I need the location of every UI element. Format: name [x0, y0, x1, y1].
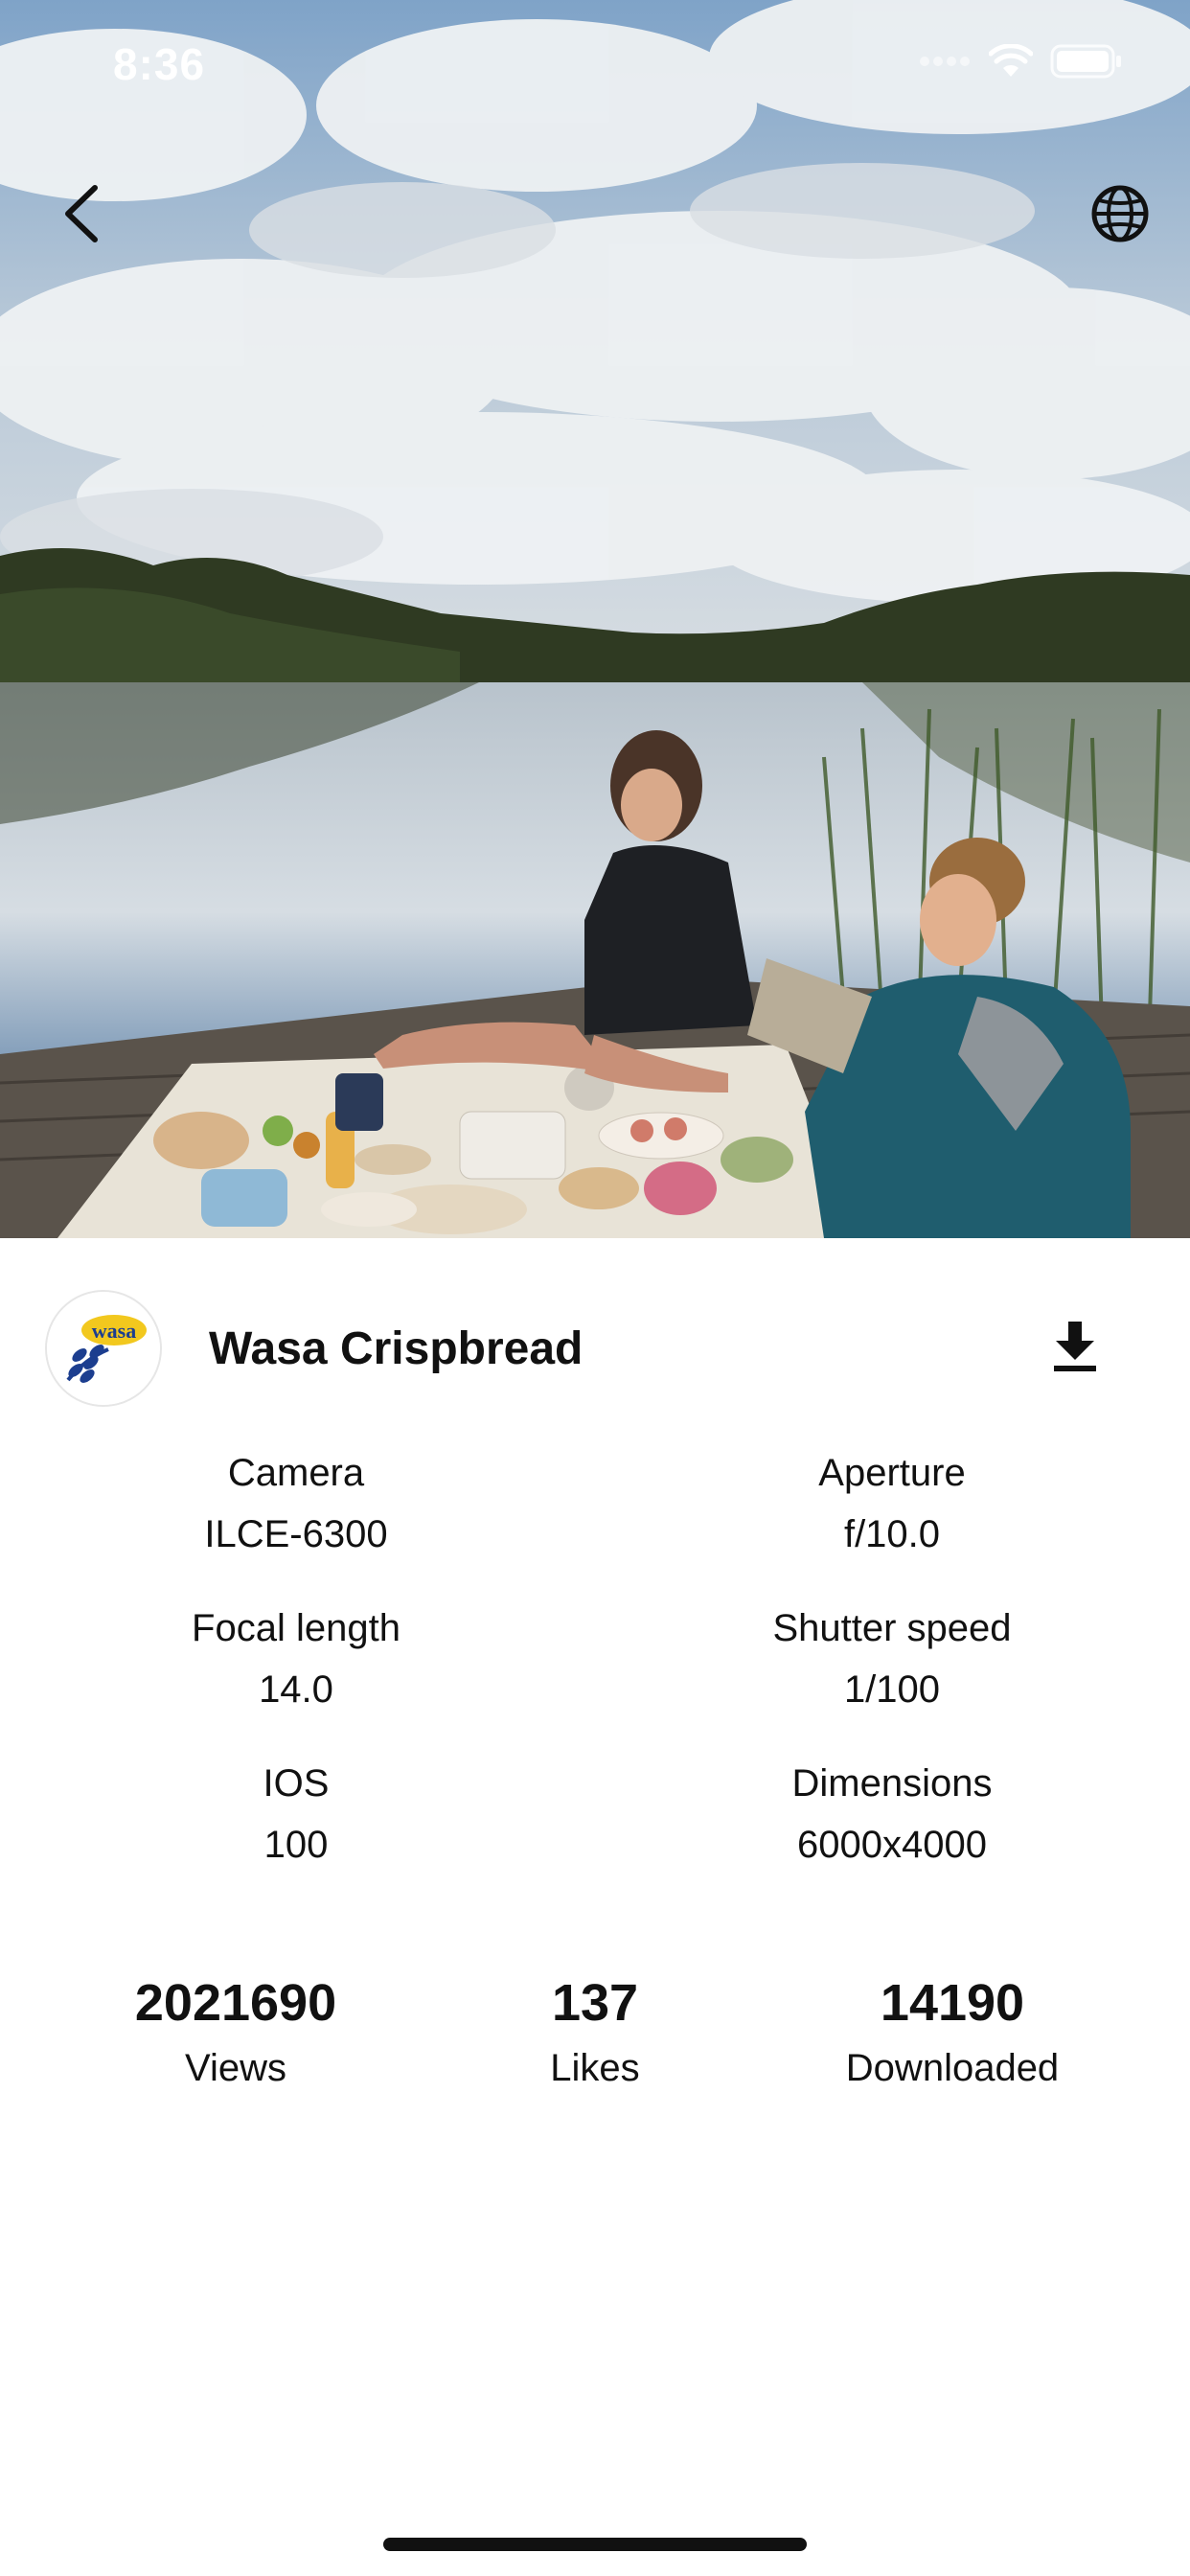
svg-text:wasa: wasa [92, 1319, 136, 1343]
photo-scene [0, 0, 1190, 1238]
exif-value: 1/100 [843, 1668, 941, 1711]
home-indicator[interactable] [383, 2538, 807, 2551]
stat-label: Downloaded [845, 2047, 1060, 2089]
download-button[interactable] [1037, 1303, 1113, 1390]
exif-value: 14.0 [259, 1668, 333, 1711]
stat-label: Likes [550, 2047, 640, 2089]
battery-icon [1050, 44, 1121, 79]
exif-label: Shutter speed [772, 1607, 1012, 1649]
exif-focal-length: Focal length 14.0 [57, 1598, 536, 1720]
exif-aperture: Aperture f/10.0 [652, 1442, 1132, 1565]
stat-likes: 137 Likes [423, 1965, 767, 2095]
exif-shutter-speed: Shutter speed 1/100 [652, 1598, 1132, 1720]
author-row: wasa Wasa Crispbread [0, 1284, 1190, 1409]
exif-value: 6000x4000 [797, 1824, 987, 1866]
stat-value: 14190 [880, 1974, 1025, 2032]
wasa-logo: wasa [47, 1292, 160, 1405]
globe-icon [1091, 185, 1149, 242]
exif-dimensions: Dimensions 6000x4000 [652, 1753, 1132, 1875]
exif-value: ILCE-6300 [204, 1513, 388, 1555]
stat-label: Views [185, 2047, 286, 2089]
exif-iso: IOS 100 [57, 1753, 536, 1875]
status-icons [920, 44, 1123, 79]
status-time: 8:36 [113, 39, 206, 89]
author-name[interactable]: Wasa Crispbread [209, 1322, 583, 1375]
exif-value: 100 [263, 1824, 329, 1866]
stat-downloads: 14190 Downloaded [780, 1965, 1125, 2095]
avatar[interactable]: wasa [45, 1290, 162, 1407]
exif-value: f/10.0 [843, 1513, 941, 1555]
back-button[interactable] [38, 171, 125, 257]
signal-icon [920, 57, 970, 66]
wifi-icon [989, 44, 1033, 77]
exif-label: Dimensions [791, 1762, 993, 1805]
stat-value: 2021690 [134, 1974, 337, 2032]
status-bar: 8:36 [0, 0, 1190, 126]
exif-camera: Camera ILCE-6300 [57, 1442, 536, 1565]
chevron-left-icon [65, 185, 98, 242]
stat-value: 137 [551, 1974, 639, 2032]
open-in-browser-button[interactable] [1077, 171, 1163, 257]
exif-label: Aperture [818, 1452, 966, 1494]
stat-views: 2021690 Views [63, 1965, 408, 2095]
exif-label: IOS [263, 1762, 330, 1805]
download-icon [1054, 1322, 1096, 1371]
hero-photo[interactable]: 8:36 [0, 0, 1190, 1238]
exif-label: Camera [227, 1452, 365, 1494]
exif-label: Focal length [192, 1607, 400, 1649]
